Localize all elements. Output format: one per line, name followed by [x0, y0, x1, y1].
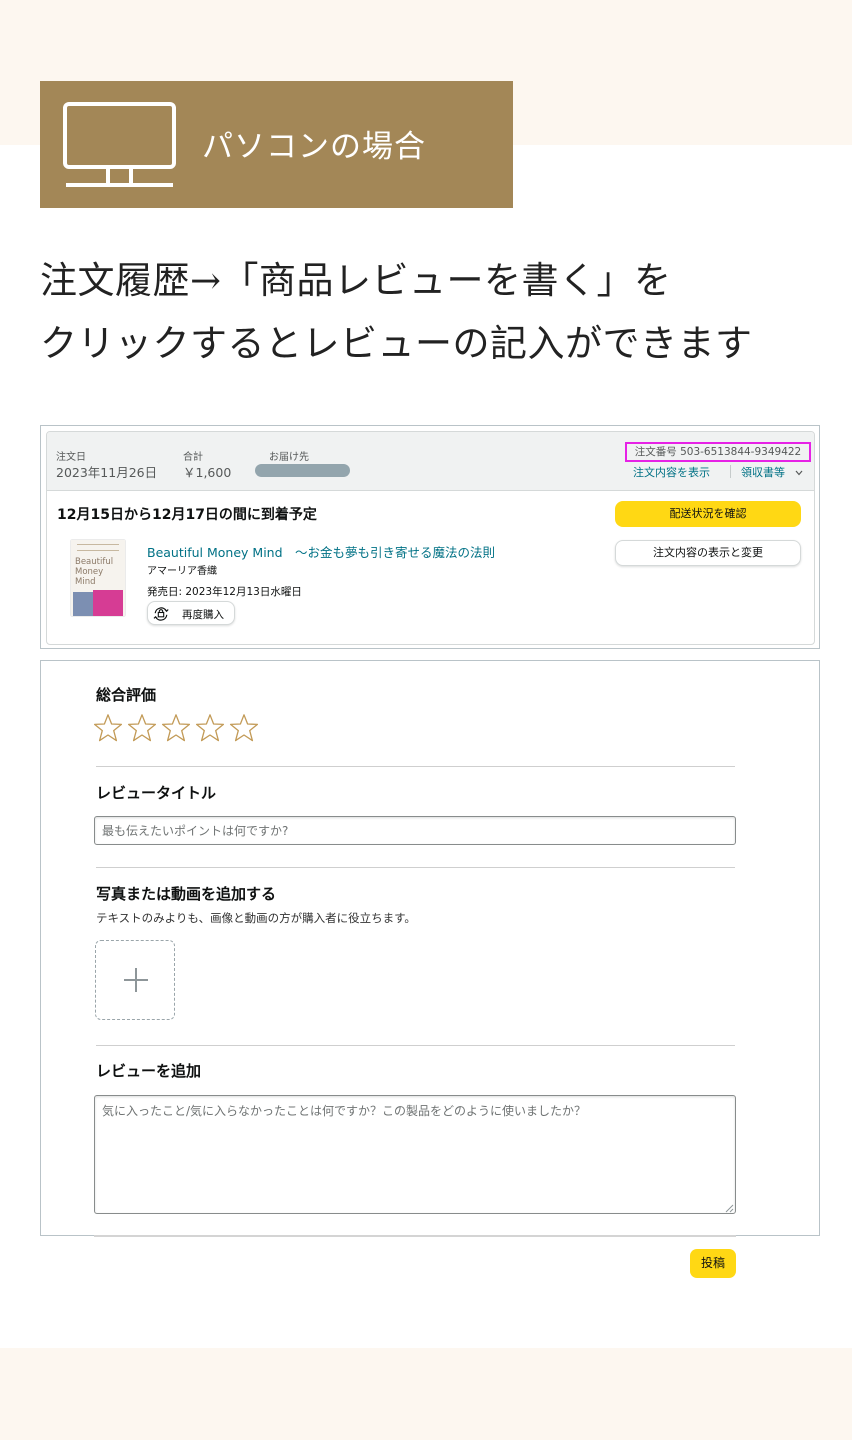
overall-rating-label: 総合評価 — [96, 686, 157, 704]
ship-to-recipient-redacted[interactable] — [255, 464, 350, 477]
order-date-label: 注文日 — [56, 452, 86, 463]
link-separator — [730, 465, 731, 478]
review-title-label: レビュータイトル — [96, 784, 217, 802]
order-date-value: 2023年11月26日 — [56, 465, 158, 480]
book-cover-rule — [77, 544, 119, 551]
media-upload-label: 写真または動画を追加する — [96, 885, 277, 903]
star-icon[interactable] — [127, 713, 157, 743]
order-total-label: 合計 — [183, 452, 203, 463]
order-total-value: ￥1,600 — [183, 465, 232, 480]
headline-line-1: 注文履歴→「商品レビューを書く」を — [40, 259, 672, 302]
divider — [96, 867, 735, 868]
book-cover-band — [93, 590, 123, 616]
view-order-details-link[interactable]: 注文内容を表示 — [633, 464, 710, 480]
section-banner: パソコンの場合 — [40, 81, 513, 208]
review-form: 総合評価 レビュータイトル 写真または動画を追加する テキストのみよりも、画像と… — [40, 660, 820, 1236]
star-icon[interactable] — [93, 713, 123, 743]
star-icon[interactable] — [161, 713, 191, 743]
review-body-label: レビューを追加 — [96, 1062, 202, 1080]
product-author: アマーリア香織 — [147, 566, 217, 577]
chevron-down-icon[interactable] — [795, 470, 803, 476]
divider — [96, 766, 735, 767]
view-edit-order-button[interactable]: 注文内容の表示と変更 — [615, 540, 801, 566]
arrival-estimate: 12月15日から12月17日の間に到着予定 — [57, 507, 317, 523]
track-package-button[interactable]: 配送状況を確認 — [615, 501, 801, 527]
product-thumbnail[interactable]: Beautiful Money Mind — [71, 540, 125, 616]
buy-again-label: 再度購入 — [182, 609, 224, 621]
submit-review-button[interactable]: 投稿 — [690, 1249, 736, 1278]
buy-again-button[interactable]: 再度購入 — [147, 601, 235, 625]
monitor-icon — [63, 102, 176, 187]
form-bottom-rule — [94, 1235, 736, 1237]
banner-title: パソコンの場合 — [202, 129, 426, 165]
book-cover-photo — [73, 592, 93, 616]
divider — [96, 1045, 735, 1046]
review-title-input[interactable] — [94, 816, 736, 845]
ship-to-label: お届け先 — [269, 452, 309, 463]
release-date: 発売日: 2023年12月13日水曜日 — [147, 586, 302, 598]
order-screenshot: 注文日 2023年11月26日 合計 ￥1,600 お届け先 注文番号 503-… — [40, 425, 820, 649]
order-card: 注文日 2023年11月26日 合計 ￥1,600 お届け先 注文番号 503-… — [46, 431, 815, 645]
star-rating[interactable] — [93, 713, 263, 747]
rebuy-icon — [153, 607, 169, 621]
media-upload-help: テキストのみよりも、画像と動画の方が購入者に役立ちます。 — [96, 911, 416, 925]
product-title-link[interactable]: Beautiful Money Mind 〜お金も夢も引き寄せる魔法の法則 — [147, 542, 495, 561]
add-media-button[interactable] — [95, 940, 175, 1020]
headline-line-2: クリックするとレビューの記入ができます — [40, 322, 753, 365]
receipt-link[interactable]: 領収書等 — [741, 464, 785, 480]
star-icon[interactable] — [195, 713, 225, 743]
plus-icon — [135, 968, 137, 992]
resize-grip-icon[interactable] — [725, 1204, 734, 1213]
review-body-input[interactable] — [94, 1095, 736, 1214]
star-icon[interactable] — [229, 713, 259, 743]
book-cover-title: Beautiful Money Mind — [75, 557, 114, 587]
order-header: 注文日 2023年11月26日 合計 ￥1,600 お届け先 注文番号 503-… — [47, 432, 814, 491]
order-number-highlight: 注文番号 503-6513844-9349422 — [625, 442, 811, 462]
